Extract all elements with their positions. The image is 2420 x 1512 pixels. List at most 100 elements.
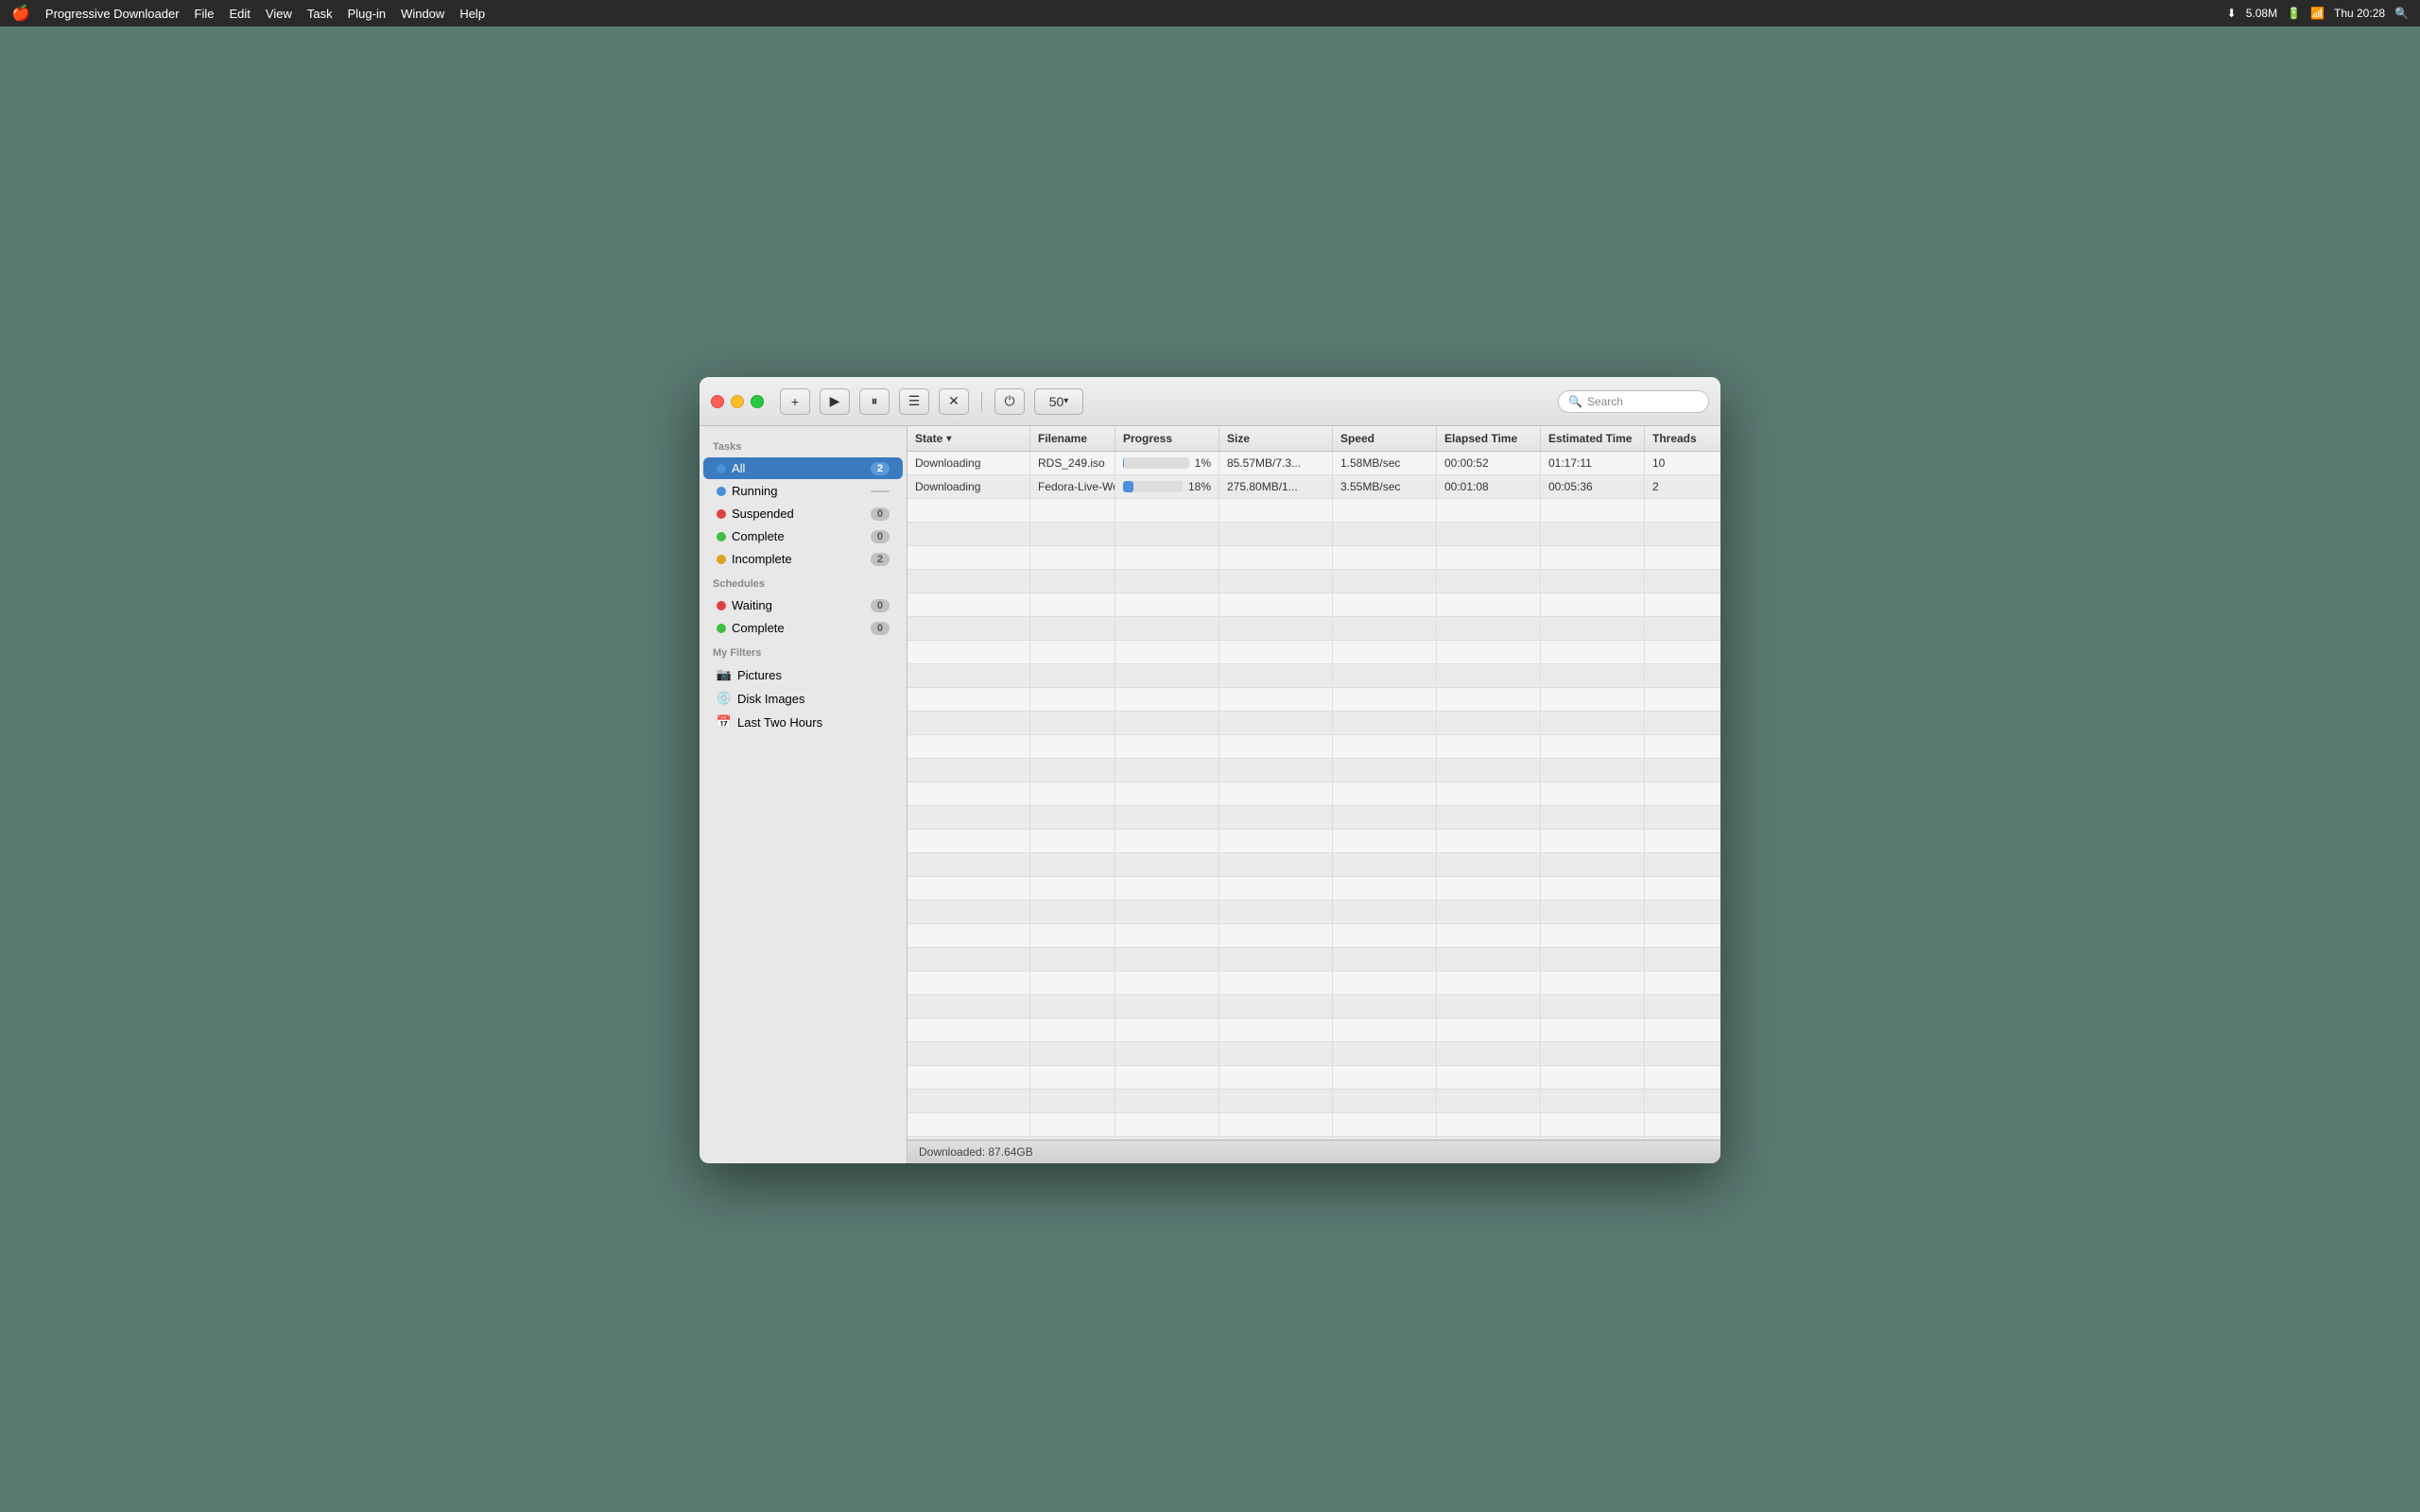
empty-cell <box>1437 1019 1541 1041</box>
empty-cell <box>1541 971 1645 994</box>
menubar-view[interactable]: View <box>266 7 292 21</box>
col-elapsed[interactable]: Elapsed Time <box>1437 426 1541 451</box>
table-row[interactable]: Downloading Fedora-Live-Workstation-x86_… <box>908 475 1720 499</box>
apple-menu[interactable]: 🍎 <box>11 4 30 23</box>
empty-table-row <box>908 570 1720 593</box>
empty-cell <box>1541 995 1645 1018</box>
col-progress[interactable]: Progress <box>1115 426 1219 451</box>
sidebar-item-last-two-hours[interactable]: 📅 Last Two Hours <box>703 711 903 733</box>
minimize-button[interactable] <box>731 395 744 408</box>
empty-cell <box>1219 830 1333 852</box>
empty-cell <box>1115 593 1219 616</box>
empty-cell <box>1219 759 1333 782</box>
empty-cell <box>1030 593 1115 616</box>
empty-cell <box>1645 593 1720 616</box>
menubar-app-name[interactable]: Progressive Downloader <box>45 7 180 21</box>
play-button[interactable]: ▶ <box>820 388 850 415</box>
empty-cell <box>1219 617 1333 640</box>
pause-button[interactable]: ⏸ <box>859 388 890 415</box>
col-threads[interactable]: Threads <box>1645 426 1720 451</box>
empty-table-row <box>908 499 1720 523</box>
empty-cell <box>1645 570 1720 593</box>
speed-dropdown[interactable]: 50 ▾ <box>1034 388 1083 415</box>
power-button[interactable]: ⏻ <box>994 388 1025 415</box>
empty-cell <box>1030 499 1115 522</box>
search-icon[interactable]: 🔍 <box>2394 7 2409 20</box>
menubar-task[interactable]: Task <box>307 7 333 21</box>
empty-table-row <box>908 641 1720 664</box>
empty-cell <box>1437 971 1541 994</box>
list-button[interactable]: ☰ <box>899 388 929 415</box>
sidebar-item-suspended[interactable]: Suspended 0 <box>703 503 903 524</box>
empty-cell <box>1437 759 1541 782</box>
row1-state: Downloading <box>908 452 1030 474</box>
table-row[interactable]: Downloading RDS_249.iso 1% 85.57MB/7.3..… <box>908 452 1720 475</box>
sidebar-item-running[interactable]: Running <box>703 480 903 502</box>
empty-cell <box>1541 806 1645 829</box>
empty-cell <box>1541 712 1645 734</box>
col-filename[interactable]: Filename <box>1030 426 1115 451</box>
empty-cell <box>1645 1042 1720 1065</box>
empty-table-row <box>908 1066 1720 1090</box>
sidebar-item-waiting[interactable]: Waiting 0 <box>703 594 903 616</box>
menubar-window[interactable]: Window <box>401 7 444 21</box>
empty-cell <box>908 617 1030 640</box>
empty-cell <box>908 664 1030 687</box>
add-button[interactable]: + <box>780 388 810 415</box>
table-body: Downloading RDS_249.iso 1% 85.57MB/7.3..… <box>908 452 1720 1140</box>
empty-cell <box>1541 593 1645 616</box>
sidebar-item-complete-schedules[interactable]: Complete 0 <box>703 617 903 639</box>
sort-icon: ▾ <box>946 434 951 444</box>
tasks-section-label: Tasks <box>700 434 907 456</box>
empty-cell <box>1115 1042 1219 1065</box>
empty-cell <box>908 1042 1030 1065</box>
col-state[interactable]: State ▾ <box>908 426 1030 451</box>
menubar-edit[interactable]: Edit <box>230 7 251 21</box>
search-bar[interactable]: 🔍 Search <box>1558 390 1709 413</box>
sidebar-item-all[interactable]: All 2 <box>703 457 903 479</box>
empty-cell <box>1219 735 1333 758</box>
download-speed-icon: ⬇ <box>2227 7 2237 20</box>
empty-cell <box>1437 995 1541 1018</box>
sidebar-item-disk-images[interactable]: 💿 Disk Images <box>703 687 903 710</box>
menubar-help[interactable]: Help <box>459 7 485 21</box>
empty-cell <box>1115 877 1219 900</box>
empty-table-row <box>908 523 1720 546</box>
menubar-plugin[interactable]: Plug-in <box>348 7 386 21</box>
main-window: + ▶ ⏸ ☰ ✕ ⏻ 50 ▾ 🔍 Search Tasks <box>700 377 1720 1163</box>
empty-cell <box>1541 1090 1645 1112</box>
col-speed[interactable]: Speed <box>1333 426 1437 451</box>
sidebar-suspended-label: Suspended <box>732 507 865 521</box>
sidebar-incomplete-label: Incomplete <box>732 552 865 566</box>
empty-cell <box>1645 1113 1720 1136</box>
empty-cell <box>1219 1113 1333 1136</box>
close-download-button[interactable]: ✕ <box>939 388 969 415</box>
all-badge: 2 <box>871 462 890 475</box>
toolbar-separator-1 <box>981 392 982 411</box>
empty-cell <box>1219 688 1333 711</box>
empty-cell <box>908 712 1030 734</box>
row2-state: Downloading <box>908 475 1030 498</box>
sidebar-item-incomplete[interactable]: Incomplete 2 <box>703 548 903 570</box>
empty-cell <box>908 995 1030 1018</box>
list-icon: ☰ <box>908 393 921 409</box>
empty-cell <box>908 688 1030 711</box>
sidebar-item-pictures[interactable]: 📷 Pictures <box>703 663 903 686</box>
menubar-file[interactable]: File <box>195 7 215 21</box>
empty-cell <box>1333 641 1437 663</box>
empty-cell <box>908 901 1030 923</box>
maximize-button[interactable] <box>751 395 764 408</box>
empty-cell <box>1219 664 1333 687</box>
empty-cell <box>1437 593 1541 616</box>
col-estimated[interactable]: Estimated Time <box>1541 426 1645 451</box>
sidebar-item-complete-tasks[interactable]: Complete 0 <box>703 525 903 547</box>
close-button[interactable] <box>711 395 724 408</box>
empty-table-row <box>908 782 1720 806</box>
empty-cell <box>1115 853 1219 876</box>
titlebar: + ▶ ⏸ ☰ ✕ ⏻ 50 ▾ 🔍 Search <box>700 377 1720 426</box>
empty-cell <box>1333 688 1437 711</box>
empty-cell <box>1115 546 1219 569</box>
empty-cell <box>1219 641 1333 663</box>
row1-progress-label: 1% <box>1195 456 1211 470</box>
col-size[interactable]: Size <box>1219 426 1333 451</box>
